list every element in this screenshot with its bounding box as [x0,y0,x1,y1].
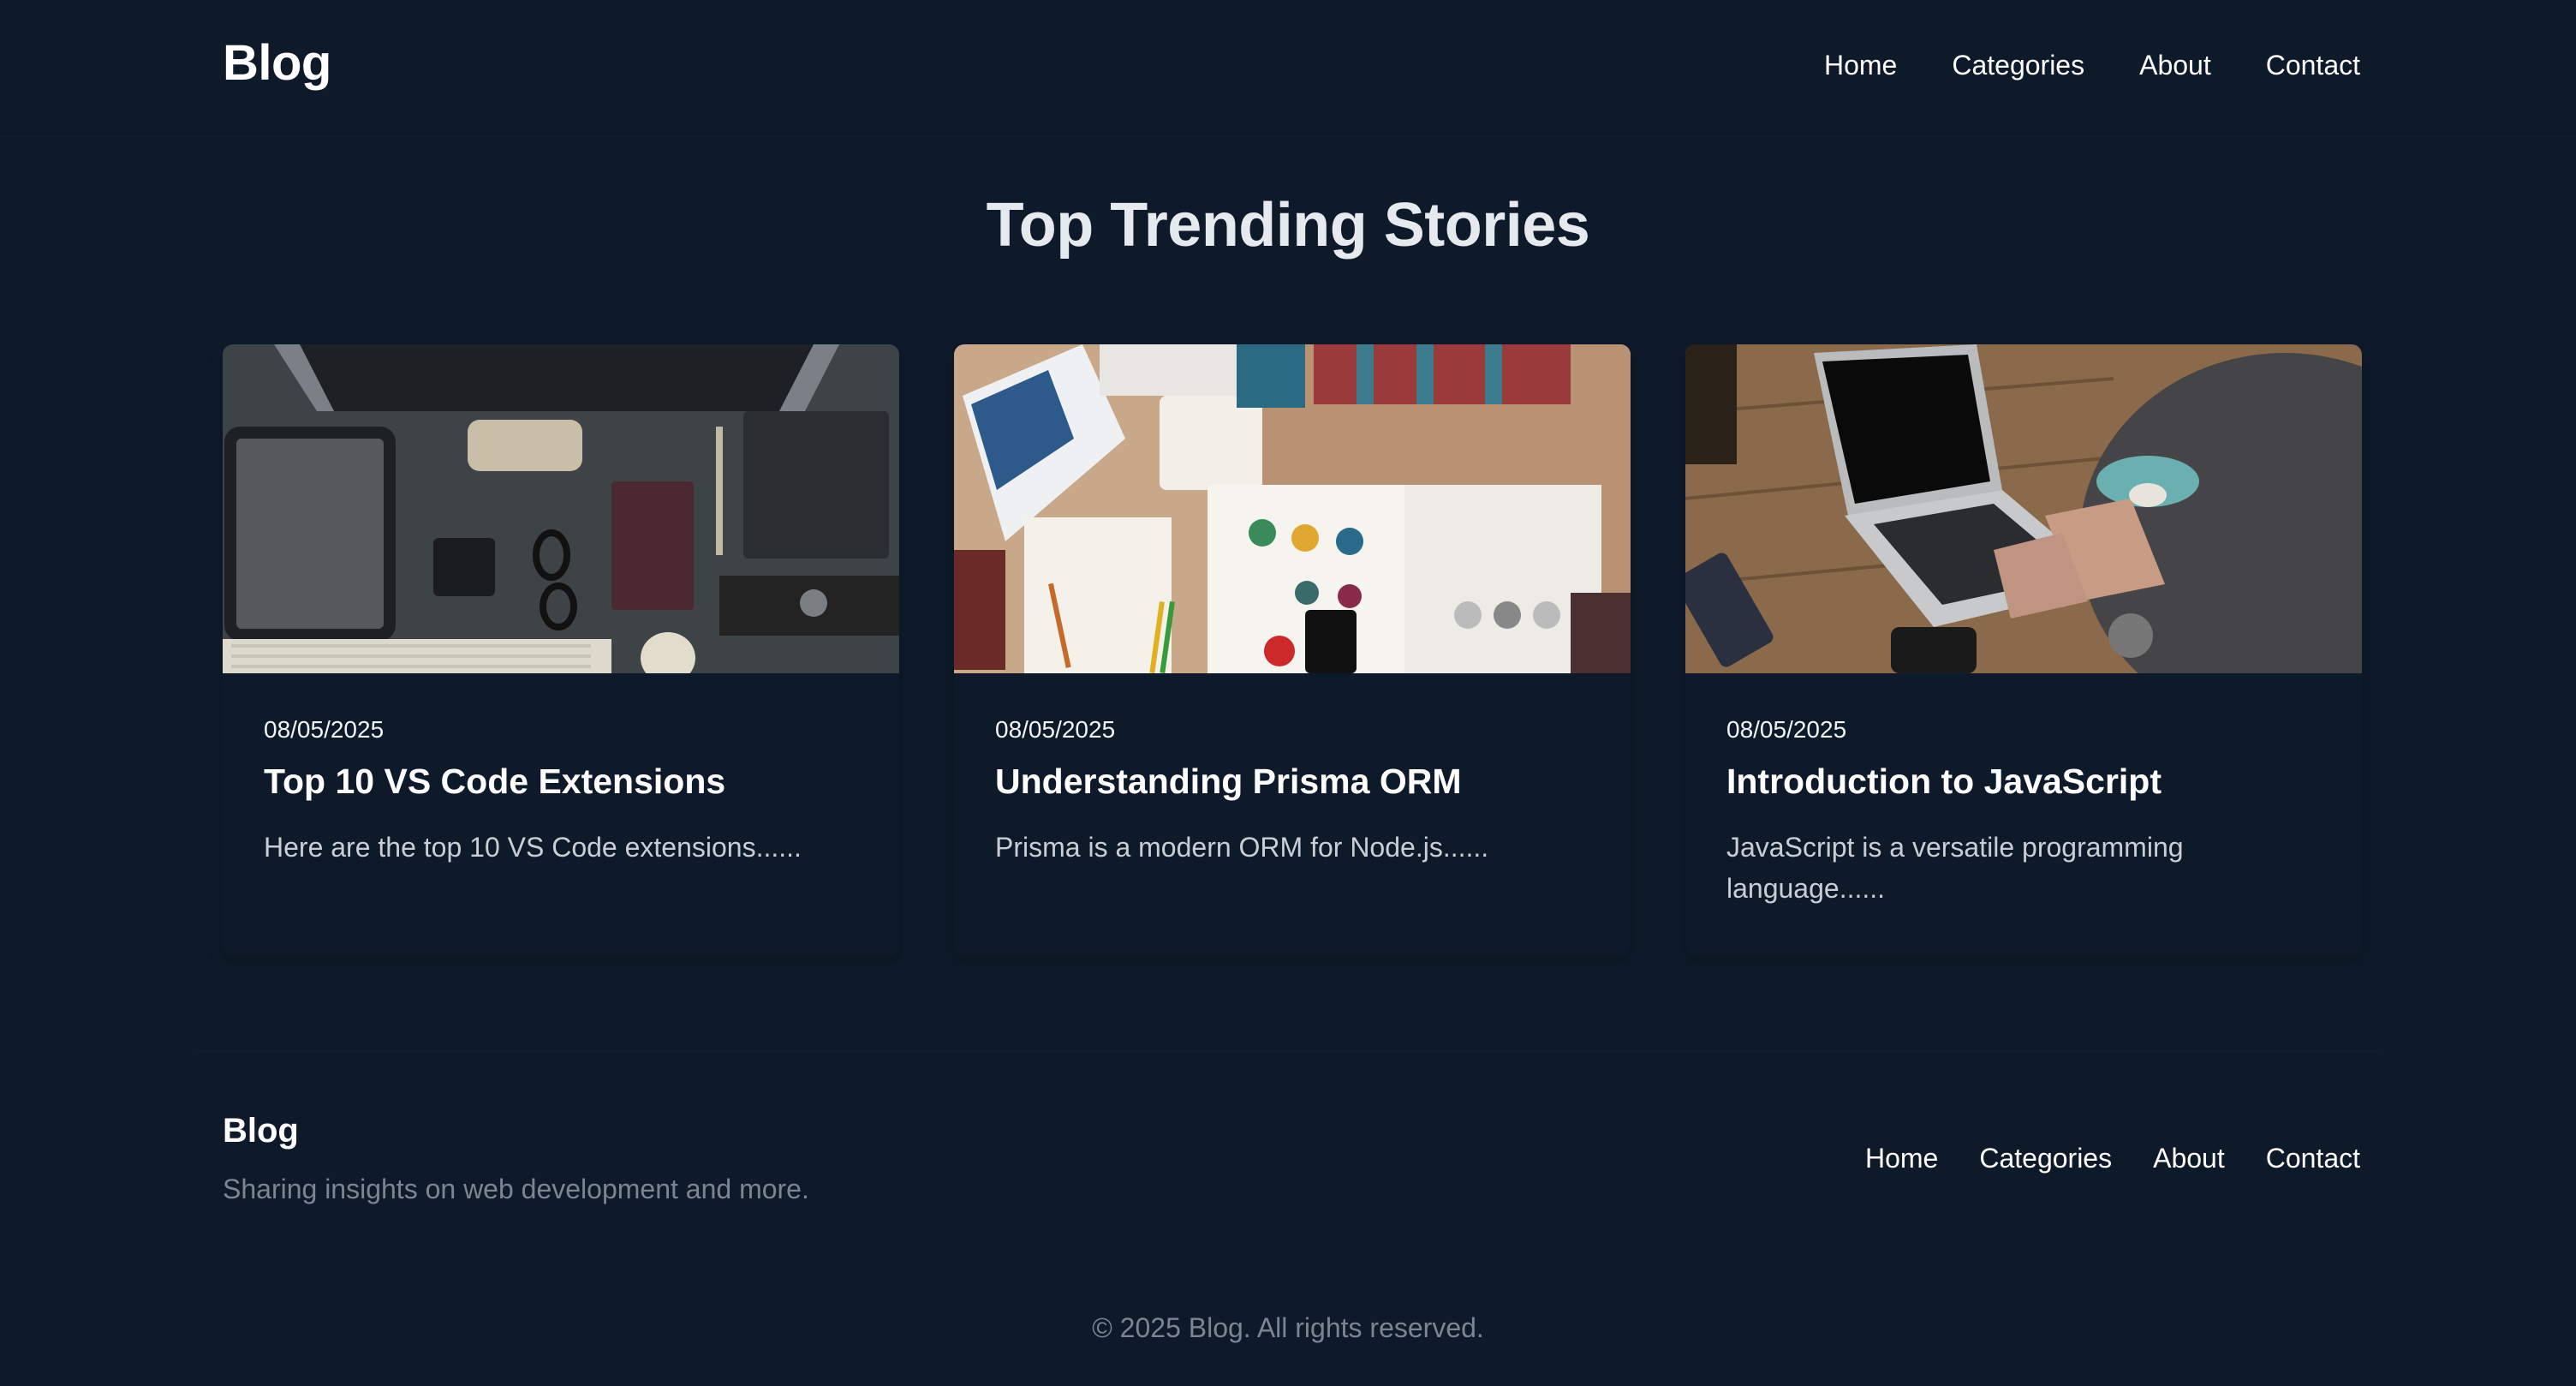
footer-divider [197,1050,2379,1052]
story-card-body: 08/05/2025 Introduction to JavaScript Ja… [1685,673,2362,909]
story-image[interactable] [954,344,1631,673]
story-excerpt: Prisma is a modern ORM for Node.js...... [995,832,1489,863]
desk-photo-image [223,344,899,673]
site-header: Blog Home Categories About Contact [0,0,2576,137]
page: Blog Home Categories About Contact Top T… [0,0,2576,1386]
nav-home-link[interactable]: Home [1824,50,1897,81]
story-title[interactable]: Top 10 VS Code Extensions [264,761,858,803]
footer-nav-contact-link[interactable]: Contact [2266,1143,2360,1174]
story-card-body: 08/05/2025 Top 10 VS Code Extensions Her… [223,673,899,868]
footer-tagline: Sharing insights on web development and … [223,1174,809,1204]
story-image[interactable] [1685,344,2362,673]
story-excerpt: JavaScript is a versatile programming la… [1726,832,2184,905]
trending-stories-grid: 08/05/2025 Top 10 VS Code Extensions Her… [223,344,2362,956]
footer-nav-categories-link[interactable]: Categories [1979,1143,2112,1174]
laptop-photo-image [1685,344,2362,673]
magazine-desk-photo-image [954,344,1631,673]
footer-logo[interactable]: Blog [223,1112,299,1150]
story-card[interactable]: 08/05/2025 Top 10 VS Code Extensions Her… [223,344,899,956]
footer-nav: Home Categories About Contact [1865,1143,2360,1174]
nav-categories-link[interactable]: Categories [1952,50,2084,81]
footer-nav-home-link[interactable]: Home [1865,1143,1938,1174]
story-title[interactable]: Introduction to JavaScript [1726,761,2321,803]
story-card[interactable]: 08/05/2025 Introduction to JavaScript Ja… [1685,344,2362,956]
nav-about-link[interactable]: About [2139,50,2211,81]
story-image[interactable] [223,344,899,673]
story-date: 08/05/2025 [995,716,1116,743]
story-title[interactable]: Understanding Prisma ORM [995,761,1589,803]
nav-contact-link[interactable]: Contact [2266,50,2360,81]
footer-nav-about-link[interactable]: About [2153,1143,2225,1174]
page-title: Top Trending Stories [986,191,1590,260]
site-logo[interactable]: Blog [223,34,331,92]
story-card[interactable]: 08/05/2025 Understanding Prisma ORM Pris… [954,344,1631,956]
story-date: 08/05/2025 [264,716,385,743]
story-date: 08/05/2025 [1726,716,1847,743]
story-card-body: 08/05/2025 Understanding Prisma ORM Pris… [954,673,1631,868]
copyright-text: © 2025 Blog. All rights reserved. [1092,1312,1484,1343]
main-nav: Home Categories About Contact [1824,50,2360,81]
story-excerpt: Here are the top 10 VS Code extensions..… [264,832,802,863]
